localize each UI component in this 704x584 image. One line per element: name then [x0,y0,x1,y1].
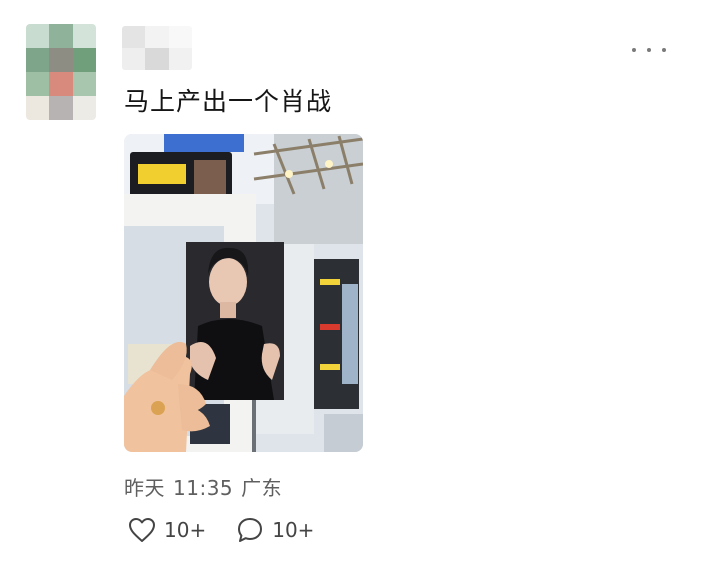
post-time-label: 昨天 [124,476,165,500]
comment-count: 10+ [272,518,315,542]
comment-icon [238,518,263,542]
more-dots-icon [632,48,636,52]
like-count: 10+ [164,518,207,542]
post-time: 11:35 [173,476,234,500]
more-options-button[interactable] [632,40,666,60]
comment-button[interactable]: 10+ [236,516,314,544]
heart-icon [129,518,155,542]
more-dots-icon [647,48,651,52]
avatar[interactable] [26,24,96,120]
post-photo[interactable] [124,134,363,452]
post-text: 马上产出一个肖战 [124,87,333,116]
more-dots-icon [662,48,666,52]
feed-post: 马上产出一个肖战 昨天 11:35 广东 10+ 10+ [0,0,704,584]
post-location: 广东 [241,476,283,500]
post-actions: 10+ 10+ [128,516,344,544]
like-button[interactable]: 10+ [128,517,206,543]
username[interactable] [122,26,192,70]
post-meta: 昨天 11:35 广东 [124,472,290,501]
